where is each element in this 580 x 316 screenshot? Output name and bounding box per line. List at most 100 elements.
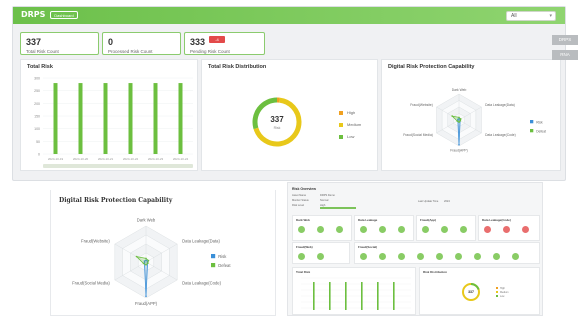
pending-risk-label: Pending Risk Count — [190, 49, 230, 54]
capability-radar-chart: Dark Web Data Leakage(Data) Data Leakage(C… — [403, 88, 546, 152]
radar-legend-swatch — [530, 129, 534, 133]
total-risk-label: Total Risk Count — [26, 49, 59, 54]
overview-mini-card[interactable]: Dark Web — [292, 215, 352, 241]
status-dot-icon — [398, 226, 405, 233]
status-dot-icon — [441, 226, 448, 233]
overview-total-risk-chart: Total Risk — [292, 267, 416, 315]
radar-axis-label: Data Leakage(Data) — [485, 103, 515, 107]
processed-risk-value: 0 — [108, 37, 114, 47]
status-dot-icon — [503, 226, 510, 233]
bar — [78, 83, 83, 154]
pending-risk-card[interactable]: 333 -4 Pending Risk Count — [184, 32, 265, 55]
overview-row-value: DRPS Demo — [320, 194, 335, 197]
overview-row-value: Normal — [320, 199, 329, 202]
overview-bar-svg — [301, 277, 411, 310]
total-risk-chart: 300 250 200 150 100 50 0 2024-10-19 2024-10-20 20… — [34, 77, 193, 168]
status-dot-icon — [436, 253, 443, 260]
x-tick-label: 2024-10-19 — [48, 157, 64, 161]
overview-mini-card[interactable]: Fraud(Web) — [292, 242, 350, 264]
mini-bar — [393, 282, 395, 310]
radar-axis-label: Fraud(Social Media) — [403, 133, 433, 137]
radar-point — [456, 120, 458, 122]
overview-mini-card[interactable]: Data Leakage(Code) — [478, 215, 540, 241]
donut-center-label: Risk — [273, 126, 281, 130]
legend-label: High — [347, 110, 356, 115]
chevron-down-icon: ▾ — [549, 13, 552, 19]
bar — [153, 83, 158, 154]
capability-detail-radar: Dark Web Data Leakage(Data) Data Leakage(C… — [72, 218, 231, 307]
status-dot-icon — [336, 226, 343, 233]
status-dot-icon — [455, 253, 462, 260]
status-dot-icon — [317, 253, 324, 260]
radar-point — [451, 115, 454, 117]
mini-legend-label: Low — [500, 295, 505, 298]
overview-row-key: Monitor Status — [292, 199, 309, 202]
overview-title: Risk Overview — [292, 187, 316, 191]
radar-axis-label: Fraud(Website) — [81, 239, 110, 244]
mini-legend-swatch — [496, 287, 498, 289]
status-dot-icon — [422, 226, 429, 233]
legend-label: Medium — [347, 122, 362, 127]
risk-overview-window: Risk Overview Asset Name DRPS Demo Monitor… — [287, 182, 543, 316]
radar-point — [142, 262, 145, 265]
side-button-drps[interactable]: DRPS — [552, 35, 578, 45]
status-dot-icon — [298, 253, 305, 260]
radar-legend-label: Defeat — [218, 263, 231, 268]
status-dot-icon — [484, 226, 491, 233]
radar-point — [458, 121, 460, 123]
overview-mini-card[interactable]: Fraud(Social) — [354, 242, 540, 264]
overview-donut-svg: HighMediumLow — [462, 283, 509, 301]
y-tick-label: 150 — [34, 115, 40, 119]
radar-point — [458, 116, 460, 119]
radar-point — [460, 118, 462, 120]
mini-bar — [345, 282, 347, 310]
status-dot-icon — [379, 253, 386, 260]
capability-detail-panel: Digital Risk Protection Capability Dark … — [50, 190, 276, 316]
status-dot-icon — [493, 253, 500, 260]
capability-panel: Digital Risk Protection Capability Dark … — [381, 59, 561, 171]
overview-distribution: Risk Distribution High Medium Low 337 — [419, 267, 540, 315]
y-tick-label: 0 — [38, 153, 40, 157]
app-title: DRPS — [21, 10, 46, 19]
radar-legend-swatch — [211, 263, 216, 268]
scope-select[interactable]: All ▾ — [506, 11, 556, 21]
scroll-slider — [43, 164, 193, 168]
radar-point — [145, 264, 147, 266]
dashboard-pill[interactable]: Dashboard — [50, 11, 78, 19]
bar — [103, 83, 108, 154]
radar-axis-label: Fraud(Website) — [410, 103, 433, 107]
processed-risk-card[interactable]: 0 Processed Risk Count — [102, 32, 181, 55]
x-tick-label: 2024-10-20 — [73, 157, 89, 161]
overview-mini-card[interactable]: Data Leakage — [354, 215, 414, 241]
total-risk-panel: Total Risk 300 250 200 150 100 50 0 2024-10-19 2… — [20, 59, 198, 171]
radar-point — [147, 262, 149, 264]
radar-legend-label: Risk — [536, 120, 543, 124]
scope-select-value: All — [511, 13, 517, 19]
legend-swatch — [339, 111, 343, 115]
legend-swatch — [339, 135, 343, 139]
radar-point — [145, 257, 147, 260]
pending-risk-value: 333 — [190, 37, 206, 47]
radar-axis-label: Fraud(Social Media) — [72, 280, 110, 285]
radar-legend-label: Defeat — [536, 129, 546, 133]
total-risk-card[interactable]: 337 Total Risk Count — [20, 32, 99, 55]
status-dot-icon — [522, 226, 529, 233]
radar-legend-label: Risk — [218, 254, 227, 259]
processed-risk-label: Processed Risk Count — [108, 49, 153, 54]
side-button-rna[interactable]: RNA — [552, 50, 578, 60]
mini-bar — [361, 282, 363, 310]
mini-card-title: Fraud(App) — [420, 218, 437, 222]
top-dashboard-window: DRPS Dashboard All ▾ 337 Total Risk Coun… — [12, 6, 566, 181]
status-dot-icon — [360, 226, 367, 233]
overview-row-key: Asset Name — [292, 194, 307, 197]
x-tick-label: 2024-10-22 — [123, 157, 139, 161]
status-dot-icon — [474, 253, 481, 260]
x-tick-label: 2024-10-23 — [148, 157, 164, 161]
radar-point — [459, 119, 462, 122]
mini-bar — [377, 282, 379, 310]
y-tick-label: 300 — [34, 77, 40, 81]
mini-card-title: Fraud(Web) — [296, 245, 313, 249]
mini-card-title: Fraud(Social) — [358, 245, 378, 249]
radar-point — [145, 295, 147, 297]
overview-mini-card[interactable]: Fraud(App) — [416, 215, 476, 241]
